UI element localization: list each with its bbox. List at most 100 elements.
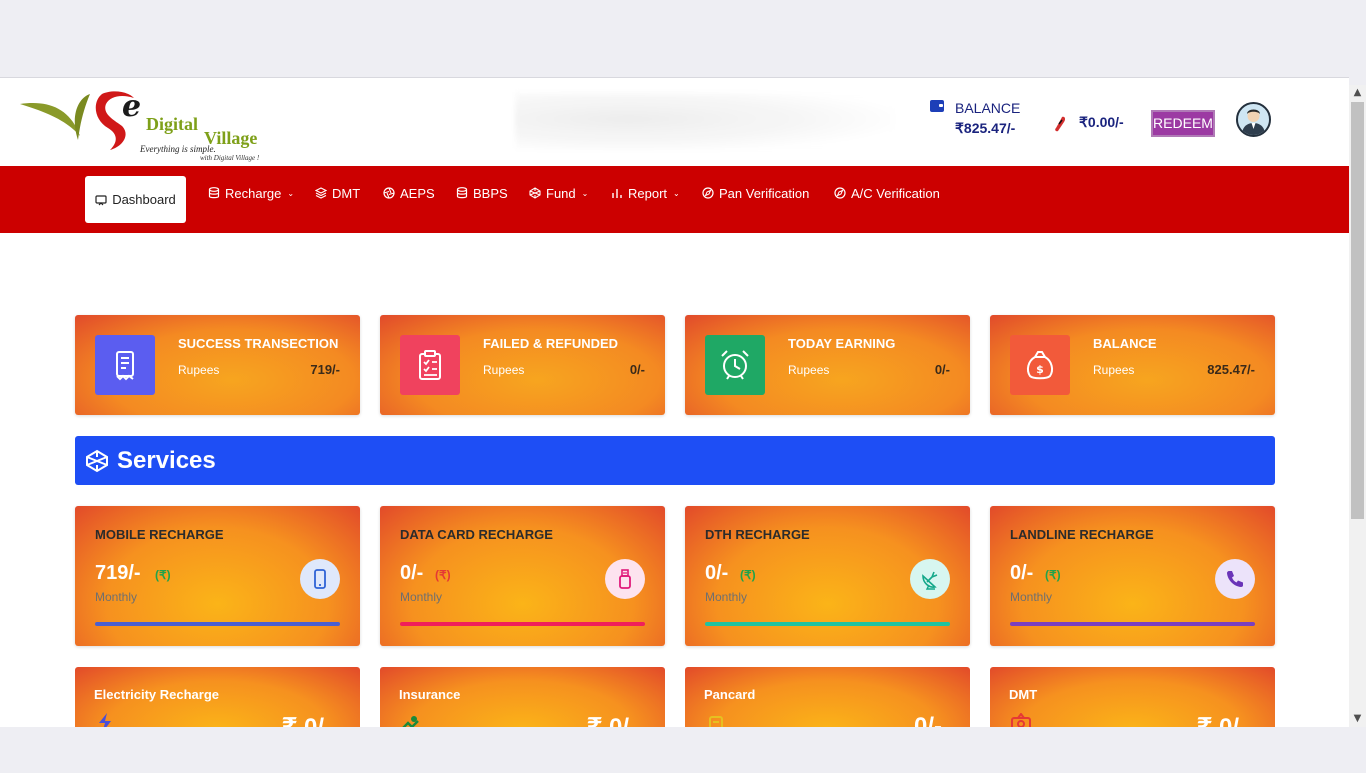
redeem-button[interactable]: REDEEM [1151,110,1215,137]
logo-tagline: Everything is simple. [139,144,216,154]
scroll-up-arrow-icon[interactable]: ▲ [1349,85,1366,101]
scrollbar-thumb[interactable] [1351,102,1364,519]
nav-ac-verification-label: A/C Verification [851,185,940,201]
stat-value: 719/- [310,362,340,377]
compass-icon [702,187,714,199]
stat-value: 0/- [934,362,950,377]
service-rupee: (₹) [435,568,451,582]
service-rupee: (₹) [155,568,171,582]
user-avatar[interactable] [1236,102,1271,137]
service-title: MOBILE RECHARGE [95,527,224,542]
scroll-down-arrow-icon[interactable]: ▼ [1349,711,1366,727]
nav-pan-verification[interactable]: Pan Verification [702,182,809,204]
compass-icon [834,187,846,199]
nav-bbps-label: BBPS [473,185,508,201]
database-icon [456,187,468,199]
nav-aeps-label: AEPS [400,185,435,201]
browser-bottom-area [0,727,1366,773]
brand-logo[interactable]: e Digital Village Everything is simple. … [18,89,314,162]
blurred-banner [515,92,895,152]
svg-text:$: $ [1036,363,1044,376]
stat-title: TODAY EARNING [788,336,896,351]
nav-fund[interactable]: Fund ⌄ [529,182,588,204]
stat-title: BALANCE [1093,336,1157,351]
service-card-dmt[interactable]: DMT ₹ 0/- [990,667,1275,727]
nav-recharge-label: Recharge [225,185,282,201]
service-amount: 0/- [1010,562,1034,584]
service-period: Monthly [400,590,443,604]
stat-sub: Rupees [483,363,525,377]
stat-card-success-transaction[interactable]: SUCCESS TRANSECTION Rupees 719/- [75,315,360,415]
stat-card-today-earning[interactable]: TODAY EARNING Rupees 0/- [685,315,970,415]
service-amount: 719/- [95,562,141,584]
reward-icon [1055,116,1066,132]
service-title: LANDLINE RECHARGE [1010,527,1154,542]
database-icon [208,187,220,199]
reward-value: ₹0.00/- [1079,114,1124,130]
service-title: Insurance [399,687,461,702]
nav-aeps[interactable]: AEPS [383,182,435,204]
nav-dashboard-label: Dashboard [112,192,176,207]
alarm-clock-icon [705,335,765,395]
usb-icon [605,559,645,599]
wallet-balance: BALANCE ₹825.47/- [930,98,1040,138]
service-title: Electricity Recharge [94,687,220,702]
service-card-landline-recharge[interactable]: LANDLINE RECHARGE 0/- (₹) Monthly [990,506,1275,646]
service-amount: 0/- [400,562,424,584]
nav-recharge[interactable]: Recharge ⌄ [208,182,294,204]
layers-icon [315,187,327,199]
receipt-icon [95,335,155,395]
stat-sub: Rupees [178,363,220,377]
nav-dmt[interactable]: DMT [315,182,360,204]
monitor-icon [95,194,107,205]
page-viewport: e Digital Village Everything is simple. … [0,77,1349,727]
service-card-electricity[interactable]: Electricity Recharge ₹ 0/- [75,667,360,727]
nav-bbps[interactable]: BBPS [456,182,508,204]
aperture-icon [383,187,395,199]
service-title: Pancard [704,687,756,702]
services-header: Services [75,436,1275,485]
chevron-down-icon: ⌄ [673,188,680,198]
codepen-icon [86,449,108,472]
service-card-mobile-recharge[interactable]: MOBILE RECHARGE 719/- (₹) Monthly [75,506,360,646]
service-card-pancard[interactable]: Pancard 0/- [685,667,970,727]
chevron-down-icon: ⌄ [581,188,589,198]
vertical-scrollbar[interactable]: ▲ ▼ [1349,85,1366,727]
nav-pan-verification-label: Pan Verification [719,185,810,201]
pancard-icon [709,716,723,727]
nav-report[interactable]: Report ⌄ [611,182,680,204]
stat-sub: Rupees [788,363,830,377]
service-title: DATA CARD RECHARGE [400,527,553,542]
stat-card-failed-refunded[interactable]: FAILED & REFUNDED Rupees 0/- [380,315,665,415]
service-card-dth-recharge[interactable]: DTH RECHARGE 0/- (₹) Monthly [685,506,970,646]
codepen-icon [529,187,541,199]
service-progress-bar [1010,622,1255,626]
logo-line1: Digital [146,114,198,134]
main-navbar: Dashboard Recharge ⌄ DMT AEPS BBPS Fund … [0,166,1349,233]
service-progress-bar [705,622,950,626]
nav-report-label: Report [628,185,668,201]
mobile-icon [300,559,340,599]
service-title: DMT [1009,687,1038,702]
header: e Digital Village Everything is simple. … [0,86,1349,166]
logo-tagline2: with Digital Village ! [200,154,260,162]
service-amount: 0/- [913,713,942,727]
nav-dashboard[interactable]: Dashboard [85,176,186,223]
satellite-dish-icon [910,559,950,599]
svg-text:e: e [122,90,141,124]
chevron-down-icon: ⌄ [287,188,295,198]
service-card-insurance[interactable]: Insurance ₹ 0/- [380,667,665,727]
service-amount: ₹ 0/- [282,713,332,727]
money-transfer-icon [1011,713,1031,727]
service-card-data-card-recharge[interactable]: DATA CARD RECHARGE 0/- (₹) Monthly [380,506,665,646]
service-amount: 0/- [705,562,729,584]
nav-ac-verification[interactable]: A/C Verification [834,182,940,204]
stat-card-balance[interactable]: $ BALANCE Rupees 825.47/- [990,315,1275,415]
service-amount: ₹ 0/- [1197,713,1247,727]
services-title: Services [117,446,216,474]
stat-title: FAILED & REFUNDED [483,336,619,351]
service-title: DTH RECHARGE [705,527,810,542]
stat-title: SUCCESS TRANSECTION [178,336,339,351]
wallet-icon [930,100,944,112]
nav-fund-label: Fund [546,185,576,201]
